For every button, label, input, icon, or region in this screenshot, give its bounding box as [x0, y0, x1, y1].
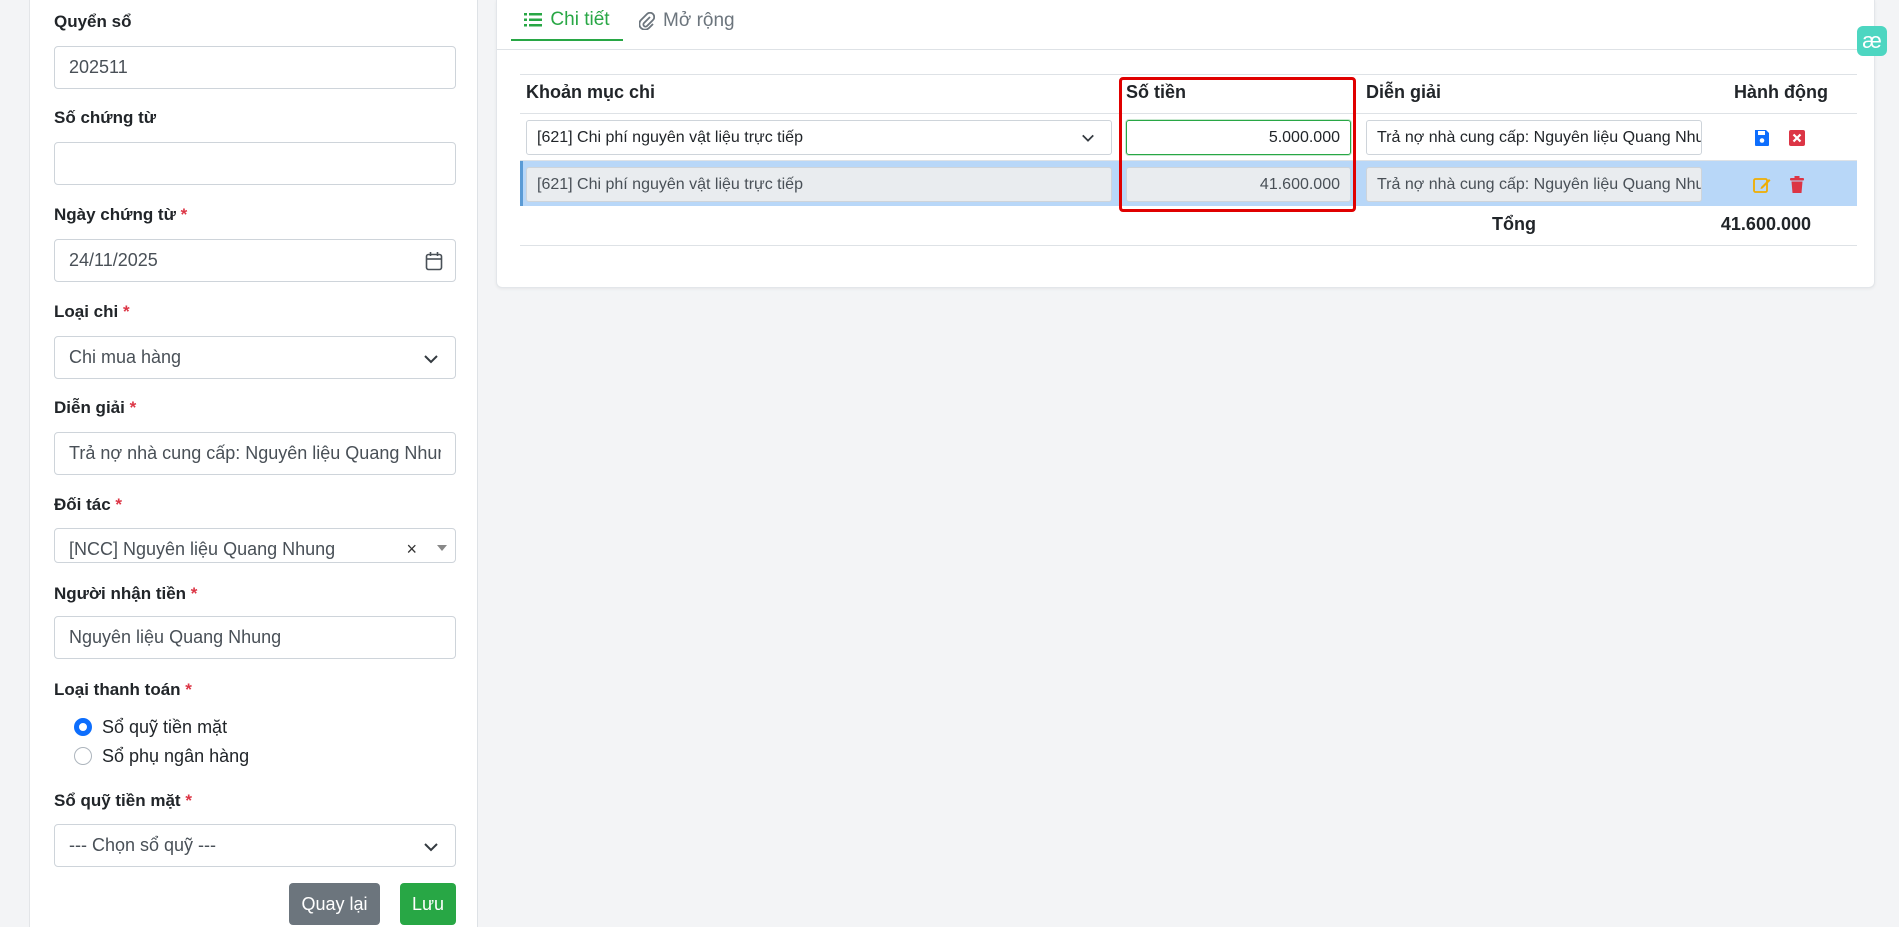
radio-unchecked-icon[interactable]	[74, 747, 92, 765]
ngay-chung-tu-input[interactable]: 24/11/2025	[54, 239, 456, 282]
radio-so-quy-tien-mat[interactable]: Sổ quỹ tiền mặt	[74, 714, 227, 740]
header-separator	[520, 113, 1857, 114]
tab-chi-tiet[interactable]: Chi tiết	[511, 0, 623, 41]
ngay-chung-tu-label: Ngày chứng từ *	[54, 205, 188, 224]
th-khoan-muc-chi: Khoản mục chi	[526, 82, 656, 102]
ae-badge[interactable]: æ	[1857, 26, 1887, 56]
dien-giai-label: Diễn giải *	[54, 398, 137, 417]
doi-tac-select[interactable]: [NCC] Nguyên liệu Quang Nhung ×	[54, 528, 456, 563]
nguoi-nhan-tien-group: Người nhận tiền * Nguyên liệu Quang Nhun…	[54, 584, 456, 659]
back-button[interactable]: Quay lại	[289, 883, 380, 925]
table-bottom-border	[520, 245, 1857, 246]
chevron-down-icon	[424, 355, 438, 364]
th-so-tien: Số tiền	[1126, 82, 1187, 102]
so-quy-tien-mat-label: Sổ quỹ tiền mặt *	[54, 791, 192, 810]
nguoi-nhan-tien-input[interactable]: Nguyên liệu Quang Nhung	[54, 616, 456, 659]
total-value: 41.600.000	[1720, 214, 1811, 234]
dien-giai-input[interactable]: Trả nợ nhà cung cấp: Nguyên liệu Quang N…	[54, 432, 456, 475]
trash-icon[interactable]	[1787, 175, 1807, 195]
doi-tac-label: Đối tác *	[54, 495, 123, 514]
voucher-form-panel: Quyển sổ 202511 Số chứng từ Ngày chứng t…	[30, 0, 478, 927]
quyen-so-input[interactable]: 202511	[54, 46, 456, 89]
row2-dien-giai: Trả nợ nhà cung cấp: Nguyên liệu Quang N…	[1366, 167, 1702, 202]
so-chung-tu-label: Số chứng từ	[54, 108, 157, 127]
so-chung-tu-group: Số chứng từ	[54, 108, 456, 185]
cancel-icon[interactable]	[1787, 128, 1807, 148]
detail-card: Chi tiết Mở rộng Khoản mục chi Số tiền D…	[496, 0, 1875, 288]
doi-tac-group: Đối tác * [NCC] Nguyên liệu Quang Nhung …	[54, 495, 456, 563]
list-icon	[524, 12, 543, 26]
row2-khoan-muc: [621] Chi phí nguyên vật liệu trực tiếp	[526, 167, 1112, 202]
caret-down-icon	[437, 545, 447, 551]
so-quy-select[interactable]: --- Chọn sổ quỹ ---	[54, 824, 456, 867]
quyen-so-label: Quyển sổ	[54, 12, 132, 31]
loai-chi-group: Loại chi * Chi mua hàng	[54, 302, 456, 379]
radio-so-phu-ngan-hang[interactable]: Sổ phụ ngân hàng	[74, 743, 249, 769]
left-strip	[0, 0, 30, 927]
dien-giai-group: Diễn giải * Trả nợ nhà cung cấp: Nguyên …	[54, 398, 456, 475]
chevron-down-icon	[424, 843, 438, 852]
paperclip-icon	[639, 11, 655, 30]
loai-thanh-toan-group: Loại thanh toán * Sổ quỹ tiền mặt Sổ phụ…	[54, 680, 456, 780]
quyen-so-group: Quyển sổ 202511	[54, 12, 456, 89]
tab-bar: Chi tiết Mở rộng	[497, 0, 1874, 50]
form-actions: Quay lại Lưu	[54, 883, 456, 925]
th-hanh-dong: Hành động	[1734, 82, 1828, 102]
chevron-down-icon	[1082, 134, 1094, 142]
so-chung-tu-input[interactable]	[54, 142, 456, 185]
tab-mo-rong[interactable]: Mở rộng	[639, 0, 735, 41]
nguoi-nhan-tien-label: Người nhận tiền *	[54, 584, 198, 603]
row1-khoan-muc-select[interactable]: [621] Chi phí nguyên vật liệu trực tiếp	[526, 120, 1112, 155]
table-top-border	[520, 74, 1857, 75]
calendar-icon[interactable]	[425, 251, 443, 271]
so-quy-tien-mat-group: Sổ quỹ tiền mặt * --- Chọn sổ quỹ ---	[54, 791, 456, 867]
clear-icon[interactable]: ×	[406, 529, 417, 562]
loai-thanh-toan-label: Loại thanh toán *	[54, 680, 192, 699]
loai-chi-select[interactable]: Chi mua hàng	[54, 336, 456, 379]
row1-so-tien-input[interactable]: 5.000.000	[1126, 120, 1351, 155]
radio-checked-icon[interactable]	[74, 718, 92, 736]
ngay-chung-tu-group: Ngày chứng từ * 24/11/2025	[54, 205, 456, 282]
save-button[interactable]: Lưu	[400, 883, 456, 925]
edit-icon[interactable]	[1752, 175, 1772, 195]
total-label: Tổng	[1492, 214, 1536, 234]
loai-chi-label: Loại chi *	[54, 302, 130, 321]
row1-dien-giai-input[interactable]: Trả nợ nhà cung cấp: Nguyên liệu Quang N…	[1366, 120, 1702, 155]
th-dien-giai: Diễn giải	[1366, 82, 1442, 102]
row2-so-tien: 41.600.000	[1126, 167, 1351, 202]
save-icon[interactable]	[1752, 128, 1772, 148]
